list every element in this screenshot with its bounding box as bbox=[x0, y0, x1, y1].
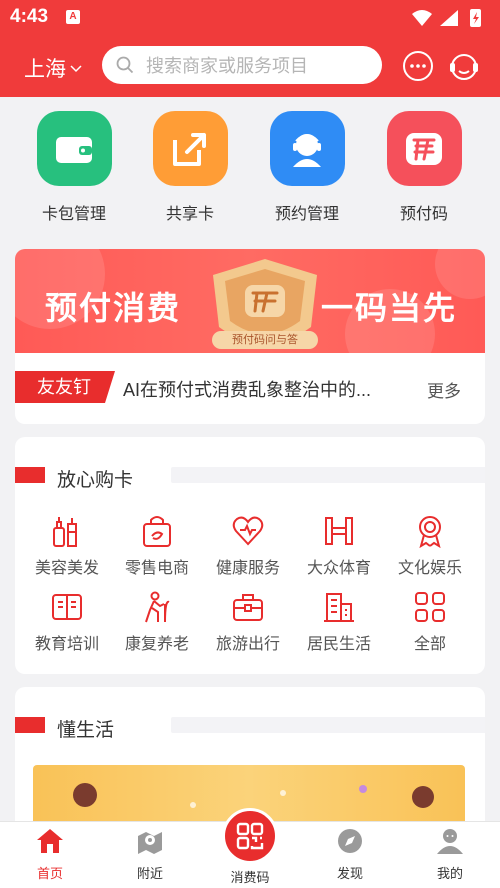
travel-icon bbox=[233, 594, 263, 621]
section-divider bbox=[171, 467, 485, 483]
qr-code-icon bbox=[236, 822, 264, 850]
banner-text-left: 预付消费 bbox=[45, 290, 182, 326]
news-tag: 友友钉 bbox=[15, 371, 115, 403]
quick-label: 预约管理 bbox=[274, 206, 339, 223]
section-divider bbox=[171, 717, 485, 733]
category-label: 旅游出行 bbox=[215, 636, 280, 653]
customer-support-icon[interactable] bbox=[448, 50, 480, 82]
city-label: 上海 bbox=[24, 58, 66, 81]
share-card-icon bbox=[152, 111, 228, 186]
beauty-icon bbox=[53, 517, 77, 547]
category-health[interactable]: 健康服务 bbox=[203, 514, 293, 578]
quick-label: 共享卡 bbox=[165, 206, 214, 223]
category-label: 文化娱乐 bbox=[397, 560, 462, 577]
category-elderly-care[interactable]: 康复养老 bbox=[112, 590, 202, 654]
search-icon bbox=[116, 56, 134, 74]
section-title: 懂生活 bbox=[57, 720, 115, 741]
elderly-care-icon bbox=[145, 591, 170, 623]
promo-card: 预付消费 预付码问与答 一码当先 友友钉 AI在预付式消费乱象整治中的... 更… bbox=[15, 249, 485, 424]
section-header: 放心购卡 bbox=[15, 465, 485, 491]
quick-actions: 卡包管理 共享卡 预约管理 预付码 bbox=[0, 97, 500, 237]
chevron-down-icon bbox=[70, 65, 82, 73]
category-label: 健康服务 bbox=[215, 560, 280, 577]
quick-item-prepaid-code[interactable]: 预付码 bbox=[369, 111, 479, 224]
tab-discover[interactable]: 发现 bbox=[310, 828, 390, 882]
category-label: 教育培训 bbox=[34, 636, 99, 653]
category-sports[interactable]: 大众体育 bbox=[294, 514, 384, 578]
app-notification-icon: A bbox=[66, 10, 80, 24]
bottom-tab-bar: 首页 附近 消费码 发现 我的 bbox=[0, 808, 500, 888]
tab-consume-code[interactable] bbox=[222, 808, 278, 864]
shop-categories-card: 放心购卡 美容美发 零售电商 健康服务 大众体育 文化娱乐 教育培训 康复养老 … bbox=[15, 437, 485, 674]
quick-item-share-card[interactable]: 共享卡 bbox=[135, 111, 245, 224]
system-status-icons bbox=[412, 9, 481, 27]
tab-label: 首页 bbox=[36, 866, 63, 881]
category-retail[interactable]: 零售电商 bbox=[112, 514, 202, 578]
status-bar: 4:43 A bbox=[0, 0, 500, 36]
search-input[interactable]: 搜索商家或服务项目 bbox=[102, 46, 382, 84]
search-placeholder: 搜索商家或服务项目 bbox=[146, 56, 308, 76]
section-marker bbox=[15, 467, 45, 483]
all-grid-icon bbox=[415, 592, 445, 622]
tab-home[interactable]: 首页 bbox=[10, 828, 90, 882]
banner-caption: 预付码问与答 bbox=[212, 331, 318, 349]
category-label: 居民生活 bbox=[306, 636, 371, 653]
tab-mine[interactable]: 我的 bbox=[410, 828, 490, 882]
tab-label: 附近 bbox=[136, 866, 163, 881]
message-icon[interactable] bbox=[402, 50, 434, 82]
section-marker bbox=[15, 717, 45, 733]
prepaid-code-icon bbox=[386, 111, 462, 186]
wallet-icon bbox=[36, 111, 112, 186]
quick-label: 预付码 bbox=[399, 206, 448, 223]
news-more-link[interactable]: 更多 bbox=[427, 377, 461, 402]
category-education[interactable]: 教育培训 bbox=[22, 590, 112, 654]
news-ticker[interactable]: 友友钉 AI在预付式消费乱象整治中的... 更多 bbox=[15, 369, 485, 405]
category-label: 美容美发 bbox=[34, 560, 99, 577]
section-header: 懂生活 bbox=[15, 715, 485, 741]
category-all[interactable]: 全部 bbox=[385, 590, 475, 654]
quick-item-wallet[interactable]: 卡包管理 bbox=[19, 111, 129, 224]
sports-icon bbox=[325, 517, 353, 545]
top-header: 上海 搜索商家或服务项目 bbox=[0, 36, 500, 97]
category-living[interactable]: 居民生活 bbox=[294, 590, 384, 654]
profile-icon bbox=[437, 829, 463, 854]
promo-banner[interactable]: 预付消费 预付码问与答 一码当先 bbox=[15, 249, 485, 353]
living-icon bbox=[324, 593, 354, 622]
retail-icon bbox=[143, 516, 171, 547]
tab-label: 我的 bbox=[436, 866, 463, 881]
section-title: 放心购卡 bbox=[57, 470, 134, 491]
map-pin-icon bbox=[138, 832, 162, 854]
banner-text-right: 一码当先 bbox=[320, 290, 457, 326]
category-travel[interactable]: 旅游出行 bbox=[203, 590, 293, 654]
category-label: 大众体育 bbox=[306, 560, 371, 577]
quick-item-appointment[interactable]: 预约管理 bbox=[252, 111, 362, 224]
category-label: 零售电商 bbox=[124, 560, 189, 577]
home-icon bbox=[37, 829, 63, 853]
health-icon bbox=[232, 516, 264, 546]
quick-label: 卡包管理 bbox=[41, 206, 106, 223]
city-selector[interactable]: 上海 bbox=[24, 53, 82, 83]
category-culture[interactable]: 文化娱乐 bbox=[385, 514, 475, 578]
compass-icon bbox=[338, 829, 362, 853]
tab-label: 消费码 bbox=[230, 870, 270, 885]
culture-icon bbox=[419, 516, 441, 548]
customer-service-icon bbox=[269, 111, 345, 186]
tab-label: 发现 bbox=[336, 866, 363, 881]
education-icon bbox=[52, 594, 82, 620]
status-time: 4:43 bbox=[10, 6, 49, 27]
category-beauty[interactable]: 美容美发 bbox=[22, 514, 112, 578]
tab-nearby[interactable]: 附近 bbox=[110, 828, 190, 882]
category-label: 康复养老 bbox=[124, 636, 189, 653]
news-headline[interactable]: AI在预付式消费乱象整治中的... bbox=[123, 376, 383, 402]
category-label: 全部 bbox=[413, 636, 446, 653]
